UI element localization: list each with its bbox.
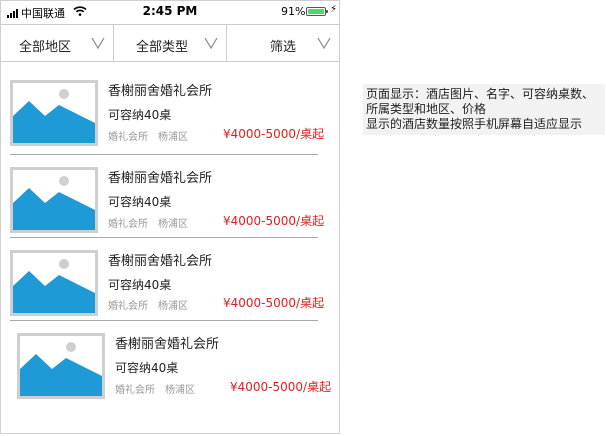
annotation-line-1: 页面显示：酒店图片、名字、可容纳桌数、所属类型和地区、价格 (366, 87, 595, 116)
hotel-name: 香榭丽舍婚礼会所 (115, 337, 220, 352)
hotel-type: 婚礼会所 (115, 385, 155, 396)
hotel-capacity: 可容纳40桌 (108, 108, 172, 122)
hotel-district: 杨浦区 (158, 132, 188, 143)
hotel-capacity: 可容纳40桌 (108, 195, 172, 209)
annotation-line-2: 显示的酒店数量按照手机屏幕自适应显示 (366, 117, 583, 131)
phone-frame: 中国联通 2:45 PM 91% ⚡ 全部地区 全部类型 筛选 香榭丽舍婚礼会所… (0, 0, 340, 434)
hotel-image-placeholder-icon (10, 80, 98, 146)
annotation-note: 页面显示：酒店图片、名字、可容纳桌数、所属类型和地区、价格 显示的酒店数量按照手… (363, 84, 605, 135)
hotel-price: ¥4000-5000/桌起 (230, 380, 332, 394)
hotel-district: 杨浦区 (165, 385, 195, 396)
hotel-image-placeholder-icon (10, 167, 98, 233)
hotel-type: 婚礼会所 (108, 301, 148, 312)
hotel-name: 香榭丽舍婚礼会所 (108, 171, 213, 186)
filter-type-label: 全部类型 (136, 40, 189, 55)
charging-icon: ⚡ (330, 4, 338, 15)
hotel-image-placeholder-icon (10, 250, 98, 316)
hotel-capacity: 可容纳40桌 (108, 278, 172, 292)
chevron-down-icon (317, 37, 331, 49)
divider (10, 320, 318, 321)
filter-more-label: 筛选 (270, 40, 297, 55)
chevron-down-icon (91, 37, 105, 49)
filter-region-label: 全部地区 (19, 40, 72, 55)
chevron-down-icon (204, 37, 218, 49)
divider (10, 154, 318, 155)
filter-region[interactable]: 全部地区 (1, 25, 114, 61)
hotel-capacity: 可容纳40桌 (115, 361, 179, 375)
hotel-item[interactable]: 香榭丽舍婚礼会所 可容纳40桌 婚礼会所 杨浦区 ¥4000-5000/桌起 (1, 322, 339, 406)
hotel-price: ¥4000-5000/桌起 (223, 127, 325, 141)
hotel-image-placeholder-icon (17, 333, 105, 399)
filter-bar: 全部地区 全部类型 筛选 (1, 24, 339, 62)
hotel-item[interactable]: 香榭丽舍婚礼会所 可容纳40桌 婚礼会所 杨浦区 ¥4000-5000/桌起 (1, 63, 339, 147)
filter-type[interactable]: 全部类型 (114, 25, 227, 61)
hotel-price: ¥4000-5000/桌起 (223, 296, 325, 310)
hotel-district: 杨浦区 (158, 219, 188, 230)
hotel-item[interactable]: 香榭丽舍婚礼会所 可容纳40桌 婚礼会所 杨浦区 ¥4000-5000/桌起 (1, 156, 339, 240)
hotel-district: 杨浦区 (158, 301, 188, 312)
hotel-type: 婚礼会所 (108, 219, 148, 230)
hotel-name: 香榭丽舍婚礼会所 (108, 254, 213, 269)
filter-more[interactable]: 筛选 (227, 25, 339, 61)
hotel-price: ¥4000-5000/桌起 (223, 214, 325, 228)
hotel-name: 香榭丽舍婚礼会所 (108, 84, 213, 99)
hotel-item[interactable]: 香榭丽舍婚礼会所 可容纳40桌 婚礼会所 杨浦区 ¥4000-5000/桌起 (1, 239, 339, 323)
divider (10, 237, 318, 238)
status-bar: 中国联通 2:45 PM 91% ⚡ (1, 1, 339, 23)
hotel-type: 婚礼会所 (108, 132, 148, 143)
battery-percent: 91% (281, 5, 306, 18)
battery-icon (306, 7, 328, 16)
